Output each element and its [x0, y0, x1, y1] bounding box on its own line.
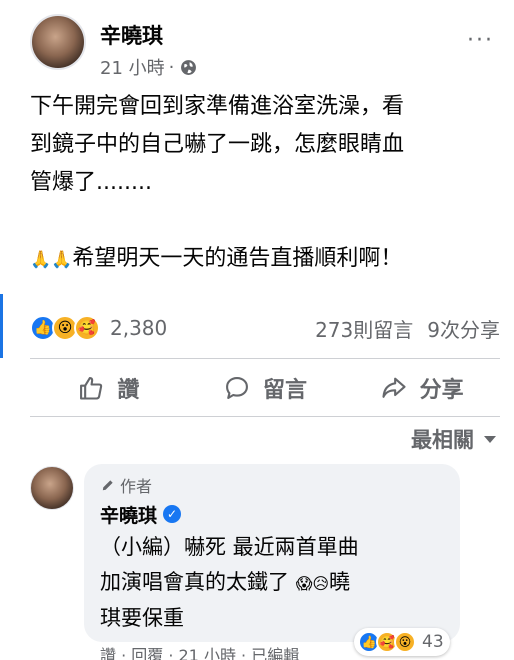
accent-line — [0, 294, 3, 358]
post-header: 辛曉琪 21 小時 · ··· — [30, 14, 500, 80]
post-meta: 21 小時 · — [100, 54, 197, 80]
post-text-line: 管爆了........ — [30, 170, 152, 195]
comment-sort-dropdown[interactable]: 最相關 — [411, 424, 496, 454]
comment-reactions[interactable]: 👍 🥰 😮 43 — [354, 628, 450, 656]
post-text-line: 下午開完會回到家準備進浴室洗澡，看 — [30, 94, 405, 119]
more-options-icon[interactable]: ··· — [467, 28, 494, 53]
care-icon: 🥰 — [74, 315, 100, 341]
author-badge: 作者 — [100, 474, 444, 496]
share-count[interactable]: 9次分享 — [427, 314, 500, 343]
post-text-line: 到鏡子中的自己嚇了一跳，怎麼眼睛血 — [30, 132, 405, 157]
sort-label: 最相關 — [411, 428, 474, 452]
globe-icon[interactable] — [180, 59, 197, 76]
action-bar: 讚 留言 分享 — [30, 366, 500, 410]
divider — [30, 416, 500, 417]
share-label: 分享 — [419, 378, 464, 403]
commenter-name-text: 辛曉琪 — [100, 504, 158, 527]
comment-text-line: 加演唱會真的太鐵了 😱😥曉 — [100, 570, 351, 594]
reaction-count[interactable]: 2,380 — [110, 316, 167, 340]
like-label: 讚 — [117, 378, 140, 403]
thumbs-up-icon — [80, 377, 103, 400]
share-button[interactable]: 分享 — [343, 366, 500, 410]
post-time[interactable]: 21 小時 — [100, 54, 165, 80]
post-text-line: 🙏🙏希望明天一天的通告直播順利啊！ — [30, 246, 403, 271]
wow-icon: 😮 — [394, 631, 416, 653]
commenter-name[interactable]: 辛曉琪 ✓ — [100, 502, 444, 527]
commenter-avatar[interactable] — [30, 466, 74, 510]
comment-text: （小編）嚇死 最近兩首單曲 加演唱會真的太鐵了 😱😥曉 琪要保重 — [100, 530, 444, 636]
comment-bubble: 作者 辛曉琪 ✓ （小編）嚇死 最近兩首單曲 加演唱會真的太鐵了 😱😥曉 琪要保… — [84, 464, 460, 642]
comment-count[interactable]: 273則留言 — [315, 314, 413, 343]
author-avatar[interactable] — [30, 14, 86, 70]
reactions-summary: 👍 😮 🥰 2,380 273則留言 9次分享 — [30, 310, 500, 346]
comment-text-line: （小編）嚇死 最近兩首單曲 — [100, 535, 359, 559]
reaction-icons[interactable]: 👍 😮 🥰 — [30, 315, 100, 341]
comment-button[interactable]: 留言 — [187, 366, 344, 410]
pray-emoji: 🙏🙏 — [30, 250, 73, 270]
divider — [30, 358, 500, 359]
post-text: 下午開完會回到家準備進浴室洗澡，看 到鏡子中的自己嚇了一跳，怎麼眼睛血 管爆了.… — [30, 88, 500, 279]
comment-label: 留言 — [263, 378, 308, 403]
author-name[interactable]: 辛曉琪 — [100, 20, 163, 50]
meta-separator: · — [168, 56, 175, 78]
pencil-icon — [102, 479, 113, 490]
author-badge-label: 作者 — [120, 477, 153, 496]
comment-emoji: 😱😥 — [295, 574, 330, 593]
comment-reaction-count: 43 — [422, 632, 444, 652]
like-button[interactable]: 讚 — [30, 366, 187, 410]
comment-footer[interactable]: 讚 · 回覆 · 21 小時 · 已編輯 — [100, 642, 299, 660]
share-icon — [382, 377, 406, 398]
caret-down-icon — [484, 435, 496, 443]
verified-badge-icon: ✓ — [163, 505, 182, 523]
post-stats: 273則留言 9次分享 — [315, 314, 500, 343]
comment-icon — [226, 377, 248, 399]
